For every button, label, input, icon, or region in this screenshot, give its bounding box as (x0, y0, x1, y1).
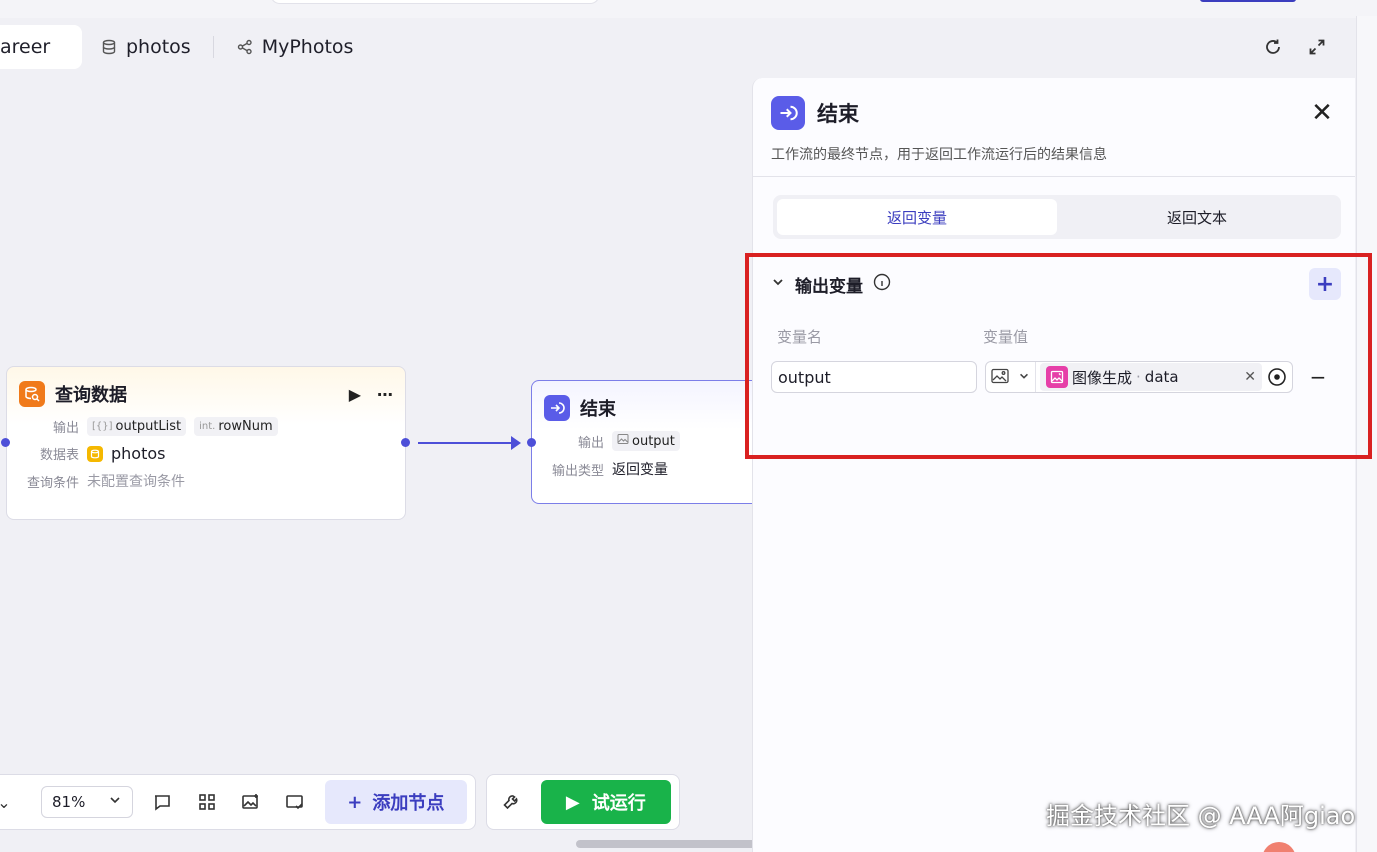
condition-value: 未配置查询条件 (87, 474, 185, 490)
fullscreen-icon[interactable] (1306, 36, 1328, 58)
wrench-icon[interactable] (495, 786, 527, 818)
end-node-icon (544, 395, 570, 421)
zoom-value: 81% (52, 793, 86, 811)
zoom-select[interactable]: 81% (41, 786, 134, 818)
query-node-input-port[interactable] (1, 438, 10, 447)
top-strip (0, 0, 1377, 18)
database-icon (100, 38, 118, 56)
tab-bar: areer photos MyPhotos (0, 24, 371, 70)
plus-icon: + (347, 791, 363, 813)
output-tag-rownum: int. rowNum (194, 417, 278, 436)
chevron-down-icon (108, 793, 122, 811)
output-label: 输出 (52, 421, 79, 436)
test-run-label: 试运行 (591, 793, 646, 814)
tab-photos[interactable]: photos (82, 25, 209, 69)
layout-grid-icon[interactable] (192, 786, 222, 818)
horizontal-scrollbar[interactable] (576, 840, 756, 848)
test-run-button[interactable]: ▶ 试运行 (540, 780, 671, 824)
image-icon (617, 433, 629, 449)
tab-return-text[interactable]: 返回文本 (1057, 199, 1337, 235)
image-check-icon[interactable] (280, 786, 310, 818)
tab-label: areer (0, 36, 51, 58)
connection-edge[interactable] (418, 442, 518, 444)
table-icon (87, 445, 103, 462)
query-data-icon (19, 381, 45, 407)
play-icon: ▶ (565, 791, 580, 813)
node-title: 查询数据 (55, 385, 127, 406)
workflow-icon (236, 38, 254, 56)
panel-title: 结束 (817, 102, 859, 126)
more-icon[interactable]: ⋯ (377, 385, 393, 404)
tab-label: photos (126, 36, 191, 58)
comment-icon[interactable] (147, 786, 177, 818)
refresh-icon[interactable] (1262, 36, 1284, 58)
table-label: 数据表 (39, 448, 79, 463)
return-mode-segmented-control: 返回变量 返回文本 (773, 195, 1341, 239)
query-data-node[interactable]: 查询数据 ▶ ⋯ 输出 [{}] outputList int. rowNum 数据… (6, 366, 406, 520)
tab-divider (212, 36, 214, 58)
canvas-top-actions (1262, 36, 1328, 58)
output-tag-output: output (612, 431, 680, 451)
output-type-label: 输出类型 (551, 463, 604, 479)
output-label: 输出 (577, 435, 604, 451)
chevron-down-icon[interactable]: ⌄ (0, 786, 11, 818)
add-node-label: 添加节点 (372, 793, 445, 814)
run-toolbar: ▶ 试运行 (486, 774, 680, 830)
end-node[interactable]: 结束 输出 output 输出类型 返回变量 (531, 380, 761, 504)
connection-arrow (511, 436, 521, 450)
output-type-value: 返回变量 (612, 462, 668, 478)
annotation-highlight-box (745, 253, 1372, 459)
query-node-output-port[interactable] (401, 438, 410, 447)
panel-description: 工作流的最终节点，用于返回工作流运行后的结果信息 (753, 130, 1355, 177)
end-node-config-panel: 结束 ✕ 工作流的最终节点，用于返回工作流运行后的结果信息 返回变量 返回文本 … (752, 78, 1355, 852)
table-value: photos (111, 444, 166, 463)
top-search-bar-edge[interactable] (270, 0, 600, 4)
canvas-toolbar: ⌄ 81% + 添加节点 (0, 774, 476, 830)
tab-return-variable[interactable]: 返回变量 (777, 199, 1057, 235)
node-title: 结束 (580, 399, 616, 420)
output-tag-outputlist: [{}] outputList (87, 417, 187, 436)
tab-career[interactable]: areer (0, 25, 82, 69)
watermark: 掘金技术社区 @ AAA阿giao (1046, 802, 1356, 830)
condition-label: 查询条件 (26, 475, 79, 491)
close-icon[interactable]: ✕ (1307, 98, 1337, 128)
end-node-icon (771, 96, 805, 130)
tab-myphotos[interactable]: MyPhotos (218, 25, 372, 69)
play-icon[interactable]: ▶ (349, 385, 361, 404)
image-export-icon[interactable] (236, 786, 266, 818)
top-primary-button-edge[interactable] (1200, 0, 1296, 2)
tab-label: MyPhotos (261, 36, 354, 58)
add-node-button[interactable]: + 添加节点 (324, 780, 467, 824)
end-node-input-port[interactable] (527, 438, 536, 447)
